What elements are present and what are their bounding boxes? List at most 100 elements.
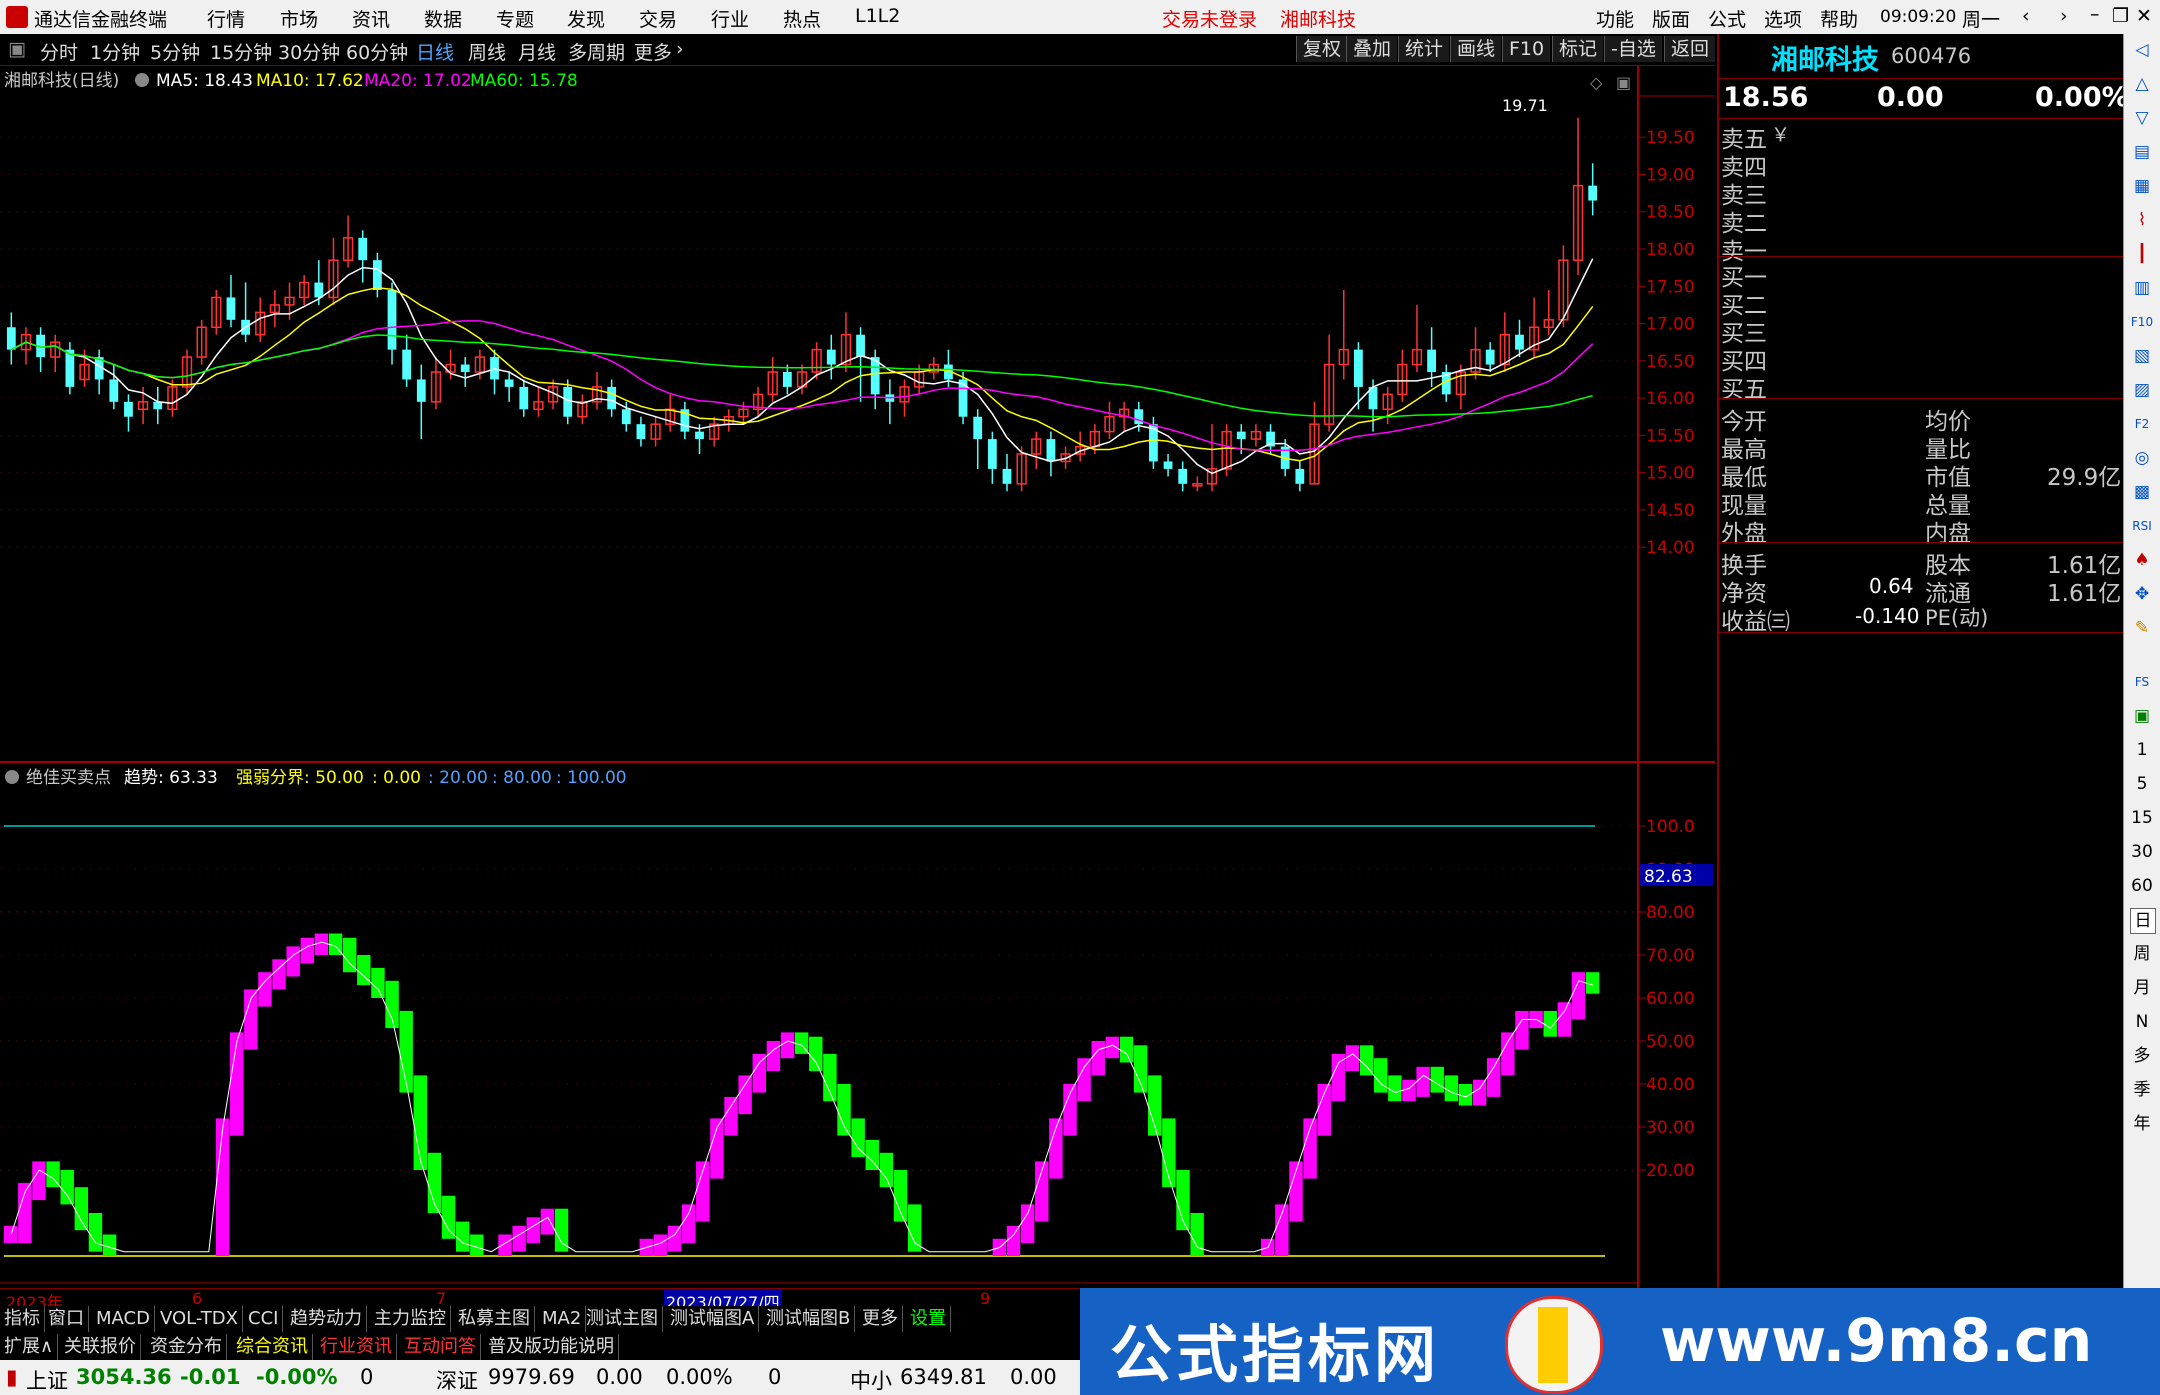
tool-f10[interactable]: F10 <box>1502 36 1551 62</box>
period-fenshi[interactable]: 分时 <box>40 38 78 65</box>
arrow-down-icon[interactable]: ▽ <box>2130 106 2154 130</box>
period-1min[interactable]: 1分钟 <box>90 38 140 65</box>
tool-fanhui[interactable]: 返回 <box>1664 36 1715 62</box>
period-30min[interactable]: 30分钟 <box>278 38 340 65</box>
tool-huaxian[interactable]: 画线 <box>1450 36 1502 62</box>
period-60min[interactable]: 60分钟 <box>346 38 408 65</box>
move-icon[interactable]: ✥ <box>2130 582 2154 606</box>
period-btn-n[interactable]: N <box>2130 1010 2154 1034</box>
tab-zijinfenbu[interactable]: 资金分布 <box>146 1334 227 1360</box>
period-more[interactable]: 更多 <box>634 38 672 65</box>
period-btn-30[interactable]: 30 <box>2130 840 2154 864</box>
period-btn-1[interactable]: 1 <box>2130 738 2154 762</box>
tab-settings[interactable]: 设置 <box>906 1306 951 1332</box>
chevron-right-icon[interactable]: › <box>676 38 684 60</box>
period-btn-day[interactable]: 日 <box>2130 908 2156 934</box>
bell-icon[interactable]: ♠ <box>2130 548 2154 572</box>
kline-icon[interactable]: ┃ <box>2130 242 2154 266</box>
tab-chuangkou[interactable]: 窗口 <box>44 1306 89 1332</box>
menu-shichang[interactable]: 市场 <box>280 5 318 32</box>
tab-guanlianbaojia[interactable]: 关联报价 <box>60 1334 141 1360</box>
diamond-icon[interactable]: ◇ <box>1590 73 1603 92</box>
tab-zhulijiankong[interactable]: 主力监控 <box>370 1306 451 1332</box>
tab-zhibiao[interactable]: 指标 <box>0 1306 45 1332</box>
tab-ma2[interactable]: MA2 <box>538 1306 587 1332</box>
period-day[interactable]: 日线 <box>416 38 454 65</box>
menu-redian[interactable]: 热点 <box>783 5 821 32</box>
tab-simuzhutu[interactable]: 私募主图 <box>454 1306 535 1332</box>
fs-icon[interactable]: FS <box>2130 670 2154 694</box>
minimize-icon[interactable]: – <box>2090 3 2100 25</box>
forward-arrow-icon[interactable]: › <box>2060 5 2068 27</box>
menu-banmian[interactable]: 版面 <box>1652 5 1690 32</box>
menu-xuanxiang[interactable]: 选项 <box>1764 5 1802 32</box>
period-btn-year[interactable]: 年 <box>2130 1112 2154 1136</box>
tab-ceshifutu-b[interactable]: 测试幅图B <box>762 1306 856 1332</box>
tool-zixuan[interactable]: -自选 <box>1604 36 1662 62</box>
pencil-icon[interactable]: ✎ <box>2130 616 2154 640</box>
tab-ceshizhutu[interactable]: 测试主图 <box>582 1306 663 1332</box>
tab-cci[interactable]: CCI <box>244 1306 284 1332</box>
f2-icon[interactable]: F2 <box>2130 412 2154 436</box>
sub-settings-icon[interactable] <box>5 770 19 784</box>
tab-qushidongli[interactable]: 趋势动力 <box>286 1306 367 1332</box>
menu-hangye[interactable]: 行业 <box>711 5 749 32</box>
tab-hangyezixun[interactable]: 行业资讯 <box>316 1334 397 1360</box>
menu-bangzhu[interactable]: 帮助 <box>1820 5 1858 32</box>
zx-name[interactable]: 中小 <box>850 1365 892 1395</box>
news-icon[interactable]: ▥ <box>2130 276 2154 300</box>
rsi-icon[interactable]: RSI <box>2130 514 2154 538</box>
arrow-left-icon[interactable]: ◁ <box>2130 38 2154 62</box>
period-5min[interactable]: 5分钟 <box>150 38 200 65</box>
menu-hangqing[interactable]: 行情 <box>207 5 245 32</box>
tab-hudongwenda[interactable]: 互动问答 <box>400 1334 481 1360</box>
tab-kuozhan[interactable]: 扩展∧ <box>0 1334 59 1360</box>
tab-macd[interactable]: MACD <box>92 1306 155 1332</box>
period-btn-15[interactable]: 15 <box>2130 806 2154 830</box>
tab-zonghezixun[interactable]: 综合资讯 <box>232 1334 313 1360</box>
tool-fuquan[interactable]: 复权 <box>1296 36 1348 62</box>
panel-toggle-icon[interactable]: ▣ <box>8 38 26 60</box>
period-btn-5[interactable]: 5 <box>2130 772 2154 796</box>
settings-circle-icon[interactable] <box>135 73 149 87</box>
period-btn-multi[interactable]: 多 <box>2130 1044 2154 1068</box>
menu-l1l2[interactable]: L1L2 <box>855 5 900 27</box>
period-btn-60[interactable]: 60 <box>2130 874 2154 898</box>
period-btn-week[interactable]: 周 <box>2130 942 2154 966</box>
target-icon[interactable]: ◎ <box>2130 446 2154 470</box>
menu-jiaoyi[interactable]: 交易 <box>639 5 677 32</box>
menu-zhuanti[interactable]: 专题 <box>496 5 534 32</box>
document-icon[interactable]: ▨ <box>2130 378 2154 402</box>
back-arrow-icon[interactable]: ‹ <box>2022 5 2030 27</box>
period-15min[interactable]: 15分钟 <box>210 38 272 65</box>
line-chart-icon[interactable]: ⌇ <box>2130 208 2154 232</box>
tab-vol-tdx[interactable]: VOL-TDX <box>156 1306 243 1332</box>
menu-zixun[interactable]: 资讯 <box>352 5 390 32</box>
period-week[interactable]: 周线 <box>468 38 506 65</box>
arrow-up-icon[interactable]: △ <box>2130 72 2154 96</box>
menu-shuju[interactable]: 数据 <box>424 5 462 32</box>
tab-pujiban[interactable]: 普及版功能说明 <box>484 1334 619 1360</box>
login-status[interactable]: 交易未登录 <box>1162 5 1257 32</box>
tool-biaoji[interactable]: 标记 <box>1552 36 1604 62</box>
image-icon[interactable]: ▣ <box>2130 704 2154 728</box>
tab-more[interactable]: 更多 <box>858 1306 903 1332</box>
period-btn-season[interactable]: 季 <box>2130 1078 2154 1102</box>
tool-tongji[interactable]: 统计 <box>1398 36 1450 62</box>
sz-name[interactable]: 深证 <box>436 1365 478 1395</box>
table-icon[interactable]: ▧ <box>2130 344 2154 368</box>
menu-gongshi[interactable]: 公式 <box>1708 5 1746 32</box>
menu-gongneng[interactable]: 功能 <box>1596 5 1634 32</box>
f10-icon[interactable]: F10 <box>2130 310 2154 334</box>
period-btn-month[interactable]: 月 <box>2130 976 2154 1000</box>
restore-icon[interactable]: ❐ <box>2112 5 2129 27</box>
period-month[interactable]: 月线 <box>518 38 556 65</box>
period-multi[interactable]: 多周期 <box>568 38 625 65</box>
book-icon[interactable]: ▩ <box>2130 480 2154 504</box>
tool-diejia[interactable]: 叠加 <box>1346 36 1398 62</box>
grid-icon[interactable]: ▦ <box>2130 174 2154 198</box>
menu-faxian[interactable]: 发现 <box>567 5 605 32</box>
close-icon[interactable]: ✕ <box>2136 5 2152 27</box>
tab-ceshifutu-a[interactable]: 测试幅图A <box>666 1306 760 1332</box>
quote-list-icon[interactable]: ▤ <box>2130 140 2154 164</box>
